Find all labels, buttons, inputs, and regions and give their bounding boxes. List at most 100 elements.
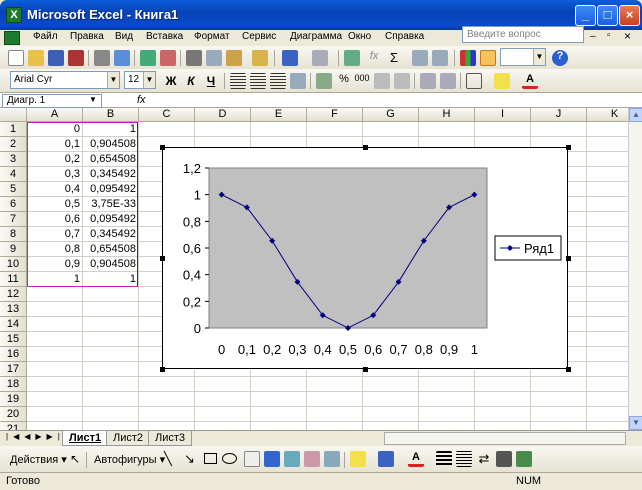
menu-window[interactable]: Окно <box>348 31 371 42</box>
save-icon[interactable] <box>48 50 64 66</box>
column-header-b[interactable]: B <box>83 108 139 122</box>
arrow-style-icon[interactable]: ⇄ <box>476 451 492 467</box>
resize-handle[interactable] <box>566 145 571 150</box>
arrow-icon[interactable]: ↘ <box>184 451 195 467</box>
column-header-f[interactable]: F <box>307 108 363 122</box>
oval-icon[interactable] <box>222 453 237 464</box>
resize-handle[interactable] <box>160 367 165 372</box>
row-header-4[interactable]: 4 <box>0 167 27 182</box>
hyperlink-icon[interactable] <box>344 50 360 66</box>
column-header-g[interactable]: G <box>363 108 419 122</box>
select-objects-icon[interactable]: ↖ <box>70 452 80 466</box>
print-preview-icon[interactable] <box>114 50 130 66</box>
doc-restore-icon[interactable]: ▫ <box>607 30 611 41</box>
font-combo[interactable]: Arial Cyr ▼ <box>10 71 120 89</box>
font-size-combo[interactable]: 12 ▼ <box>124 71 156 89</box>
font-color-icon[interactable]: A <box>408 451 424 467</box>
actions-menu[interactable]: Действия ▾ <box>10 453 67 466</box>
undo-icon[interactable] <box>282 50 298 66</box>
copy-icon[interactable] <box>206 50 222 66</box>
shadow-icon[interactable] <box>496 451 512 467</box>
wordart-icon[interactable] <box>264 451 280 467</box>
scroll-down-icon[interactable]: ▼ <box>629 416 642 430</box>
resize-handle[interactable] <box>566 367 571 372</box>
format-painter-icon[interactable] <box>252 50 268 66</box>
minimize-button[interactable]: _ <box>575 5 596 26</box>
paste-icon[interactable] <box>226 50 242 66</box>
align-center-icon[interactable] <box>250 73 266 89</box>
line-color-icon[interactable] <box>378 451 394 467</box>
close-button[interactable]: × <box>619 5 640 26</box>
menu-format[interactable]: Формат <box>194 31 230 42</box>
menu-tools[interactable]: Сервис <box>242 31 276 42</box>
tab-scroll-icons[interactable]: |◀◀▶▶| <box>6 432 65 441</box>
underline-button[interactable]: Ч <box>202 72 220 90</box>
scroll-up-icon[interactable]: ▲ <box>629 108 642 122</box>
horizontal-scrollbar[interactable] <box>384 432 626 445</box>
rectangle-icon[interactable] <box>204 453 217 464</box>
help-icon[interactable]: ? <box>552 50 568 66</box>
print-icon[interactable] <box>94 50 110 66</box>
increase-decimal-icon[interactable] <box>374 73 390 89</box>
row-header-1[interactable]: 1 <box>0 122 27 137</box>
doc-close-icon[interactable]: × <box>624 29 631 43</box>
dash-style-icon[interactable] <box>456 451 472 467</box>
currency-icon[interactable] <box>316 73 332 89</box>
increase-indent-icon[interactable] <box>440 73 456 89</box>
fill-color-icon[interactable] <box>350 451 366 467</box>
column-header-c[interactable]: C <box>139 108 195 122</box>
textbox-icon[interactable] <box>244 451 260 467</box>
menu-view[interactable]: Вид <box>115 31 133 42</box>
resize-handle[interactable] <box>363 145 368 150</box>
font-color-icon[interactable]: A <box>522 73 538 89</box>
merge-center-icon[interactable] <box>290 73 306 89</box>
research-icon[interactable] <box>160 50 176 66</box>
row-header-2[interactable]: 2 <box>0 137 27 152</box>
column-header-a[interactable]: A <box>27 108 83 122</box>
ask-question-input[interactable]: Введите вопрос <box>462 26 584 43</box>
row-header-16[interactable]: 16 <box>0 347 27 362</box>
resize-handle[interactable] <box>363 367 368 372</box>
doc-minimize-icon[interactable]: – <box>590 31 596 42</box>
decrease-decimal-icon[interactable] <box>394 73 410 89</box>
drawing-icon[interactable] <box>480 50 496 66</box>
diagram-icon[interactable] <box>284 451 300 467</box>
cut-icon[interactable] <box>186 50 202 66</box>
row-header-18[interactable]: 18 <box>0 377 27 392</box>
zoom-combo[interactable]: ▼ <box>500 48 546 66</box>
vertical-scrollbar[interactable]: ▲ ▼ <box>628 108 642 430</box>
row-header-21[interactable]: 21 <box>0 422 27 430</box>
column-header-i[interactable]: I <box>475 108 531 122</box>
row-header-12[interactable]: 12 <box>0 287 27 302</box>
menu-insert[interactable]: Вставка <box>146 31 183 42</box>
tab-sheet2[interactable]: Лист2 <box>106 431 151 446</box>
row-header-19[interactable]: 19 <box>0 392 27 407</box>
row-header-17[interactable]: 17 <box>0 362 27 377</box>
sort-asc-icon[interactable] <box>412 50 428 66</box>
row-header-10[interactable]: 10 <box>0 257 27 272</box>
redo-icon[interactable] <box>312 50 328 66</box>
row-header-7[interactable]: 7 <box>0 212 27 227</box>
row-header-15[interactable]: 15 <box>0 332 27 347</box>
autosum-icon[interactable]: Σ <box>386 50 402 66</box>
row-header-5[interactable]: 5 <box>0 182 27 197</box>
row-header-20[interactable]: 20 <box>0 407 27 422</box>
3d-icon[interactable] <box>516 451 532 467</box>
maximize-button[interactable]: □ <box>597 5 618 26</box>
line-style-icon[interactable] <box>436 451 452 467</box>
fx-icon[interactable]: fx <box>137 94 146 106</box>
row-header-8[interactable]: 8 <box>0 227 27 242</box>
comma-style-icon[interactable]: 000 <box>354 73 370 89</box>
picture-icon[interactable] <box>324 451 340 467</box>
tab-sheet1[interactable]: Лист1 <box>62 431 109 446</box>
column-header-h[interactable]: H <box>419 108 475 122</box>
column-header-d[interactable]: D <box>195 108 251 122</box>
menu-edit[interactable]: Правка <box>70 31 104 42</box>
resize-handle[interactable] <box>160 145 165 150</box>
tab-sheet3[interactable]: Лист3 <box>148 431 193 446</box>
menu-help[interactable]: Справка <box>385 31 424 42</box>
align-left-icon[interactable] <box>230 73 246 89</box>
name-box[interactable]: Диагр. 1 ▼ <box>2 94 102 108</box>
column-header-e[interactable]: E <box>251 108 307 122</box>
permission-icon[interactable] <box>68 50 84 66</box>
